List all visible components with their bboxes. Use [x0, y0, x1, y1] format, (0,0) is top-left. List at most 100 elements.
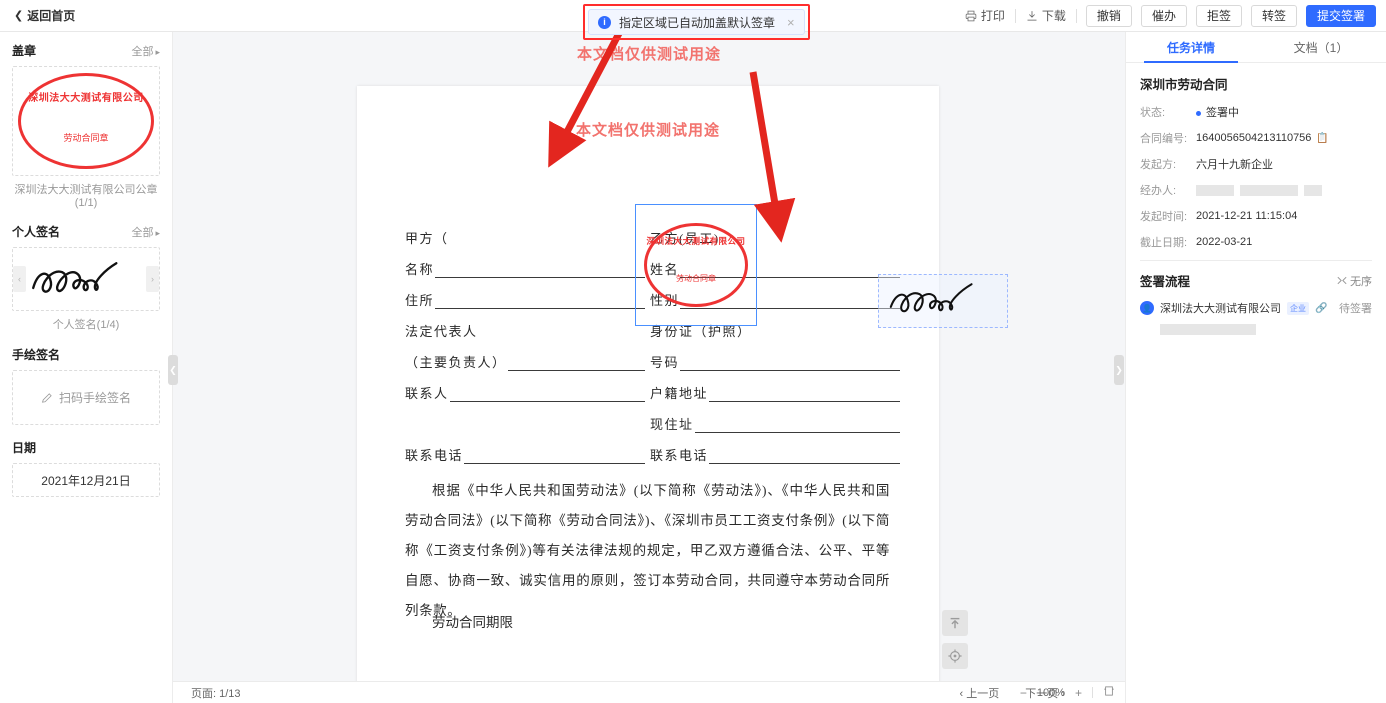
seal-thumbnail[interactable]: 深圳法大大测试有限公司 劳动合同章 — [12, 66, 160, 176]
task-detail-body: 深圳市劳动合同 状态: 签署中 合同编号: 164005650421311075… — [1126, 63, 1386, 340]
signer-name: 深圳法大大测试有限公司 — [1160, 303, 1281, 315]
pencil-icon — [41, 392, 52, 403]
field-label: 联系电话 — [405, 448, 464, 463]
fit-page-button[interactable] — [1103, 685, 1115, 700]
party-a-column: 甲方（ 名称 住所 法定代表人 （主要负责人） 联系人 联系电话 — [405, 216, 645, 464]
link-icon[interactable]: 🔗 — [1315, 303, 1327, 314]
field-key: 发起时间: — [1140, 211, 1188, 223]
transfer-sign-button[interactable]: 转签 — [1250, 4, 1297, 27]
field-line — [464, 450, 645, 464]
auto-seal-toast: i 指定区域已自动加盖默认签章 × — [588, 9, 805, 35]
collapse-left-panel-handle[interactable]: ❮ — [168, 355, 178, 385]
print-button[interactable]: 打印 — [955, 7, 1015, 24]
chevron-right-icon: ▸ — [155, 46, 160, 57]
field-label: 住所 — [405, 293, 435, 308]
document-page[interactable]: 本文档仅供测试用途 甲方（ 名称 住所 法定代表人 （主要负责人） 联系人 联系… — [357, 86, 939, 703]
hand-sign-section-header: 手绘签名 — [12, 346, 160, 363]
contract-body-paragraph: 根据《中华人民共和国劳动法》(以下简称《劳动法》)、《中华人民共和国劳动合同法》… — [405, 483, 890, 618]
urge-button[interactable]: 催办 — [1140, 4, 1187, 27]
carousel-prev-button[interactable]: ‹ — [13, 266, 26, 292]
revoke-button[interactable]: 撤销 — [1085, 4, 1132, 27]
seal-all-dropdown[interactable]: 全部 ▸ — [131, 43, 160, 59]
field-row: 法定代表人 — [405, 309, 645, 340]
scan-hand-sign-button[interactable]: 扫码手绘签名 — [12, 370, 160, 425]
sign-flow-mode: 无序 — [1337, 273, 1372, 289]
tab-documents[interactable]: 文档（1） — [1256, 32, 1386, 62]
company-seal-graphic: 深圳法大大测试有限公司 劳动合同章 — [18, 73, 154, 169]
download-icon — [1027, 10, 1037, 21]
reject-sign-button[interactable]: 拒签 — [1195, 4, 1242, 27]
seal-caption: 深圳法大大测试有限公司公章(1/1) — [14, 184, 158, 209]
field-row: （主要负责人） — [405, 340, 645, 371]
contract-number: 1640056504213110756 — [1196, 132, 1312, 144]
prev-page-button[interactable]: ‹ 上一页 — [960, 685, 1000, 701]
zoom-controls: − 100% + — [1020, 685, 1115, 700]
seal-mid-text: 劳动合同章 — [676, 274, 716, 283]
masked-value — [1160, 324, 1256, 335]
scroll-to-top-button[interactable] — [942, 610, 968, 636]
sign-flow-header: 签署流程 无序 — [1140, 271, 1372, 290]
date-title: 日期 — [12, 441, 37, 455]
info-icon: i — [598, 15, 611, 29]
signer-status: 待签署 — [1339, 303, 1372, 315]
download-label: 下载 — [1041, 9, 1066, 23]
unordered-icon — [1337, 276, 1347, 285]
seal-section-title: 盖章 — [12, 44, 37, 58]
arrow-up-to-line-icon — [950, 617, 960, 629]
tab-task-detail[interactable]: 任务详情 — [1126, 32, 1256, 63]
watermark-page: 本文档仅供测试用途 — [575, 122, 720, 139]
collapse-right-panel-handle[interactable]: ❯ — [1114, 355, 1124, 385]
sign-flow-mode-label: 无序 — [1350, 275, 1372, 288]
signer-type-badge: 企业 — [1287, 301, 1309, 315]
field-key: 合同编号: — [1140, 133, 1188, 145]
personal-signature-thumbnail[interactable]: ‹ › — [12, 247, 160, 311]
chevron-right-icon: ▸ — [155, 227, 160, 238]
signature-scribble — [32, 262, 118, 293]
printer-icon — [965, 10, 977, 21]
close-icon[interactable]: × — [787, 15, 795, 30]
scan-hand-sign-label: 扫码手绘签名 — [58, 391, 131, 405]
field-row: 联系电话 — [650, 433, 900, 464]
personal-sign-all-dropdown[interactable]: 全部 ▸ — [131, 224, 160, 240]
field-row: 名称 — [405, 247, 645, 278]
chevron-left-icon: ❮ — [14, 10, 24, 22]
field-key: 状态: — [1140, 107, 1166, 119]
personal-sign-section-header: 个人签名 全部 ▸ — [12, 223, 160, 240]
field-key: 截止日期: — [1140, 237, 1188, 249]
field-deadline: 截止日期: 2022-03-21 — [1140, 234, 1372, 250]
field-label: 号码 — [650, 355, 680, 370]
locate-field-button[interactable] — [942, 643, 968, 669]
field-line — [435, 295, 645, 309]
field-initiator: 发起方: 六月十九新企业 — [1140, 156, 1372, 172]
seal-arc-text: 深圳法大大测试有限公司 — [28, 93, 144, 104]
signer-subinfo — [1160, 322, 1372, 340]
submit-signature-button[interactable]: 提交签署 — [1305, 4, 1376, 27]
personal-sign-caption: 个人签名(1/4) — [52, 319, 120, 331]
masked-value — [1304, 184, 1322, 196]
date-stamp-button[interactable]: 2021年12月21日 — [12, 463, 160, 497]
field-line — [479, 326, 645, 340]
field-line — [680, 357, 900, 371]
start-time-value: 2021-12-21 11:15:04 — [1196, 210, 1298, 222]
viewer-bottom-bar: 页面: 1/13 ‹ 上一页 下一页 › − 100% + — [173, 681, 1125, 703]
date-section-header: 日期 — [12, 439, 160, 456]
field-label: 联系电话 — [650, 448, 709, 463]
placed-signature-field[interactable] — [878, 274, 1008, 328]
party-a-label-row: 甲方（ — [405, 216, 645, 247]
seal-ring — [18, 73, 154, 169]
carousel-next-button[interactable]: › — [146, 266, 159, 292]
placed-seal-field[interactable]: 深圳法大大测试有限公司 劳动合同章 — [635, 204, 757, 326]
document-viewer[interactable]: 本文档仅供测试用途 本文档仅供测试用途 甲方（ 名称 住所 法定代表人 （主要负… — [173, 32, 1125, 703]
back-home-button[interactable]: ❮ 返回首页 — [14, 7, 75, 24]
zoom-in-button[interactable]: + — [1075, 686, 1082, 700]
field-line — [449, 388, 645, 402]
sign-flow-title: 签署流程 — [1140, 275, 1191, 289]
right-detail-panel: 任务详情 文档（1） 深圳市劳动合同 状态: 签署中 合同编号: 1640056… — [1125, 32, 1386, 703]
zoom-out-button[interactable]: − — [1020, 686, 1027, 700]
download-button[interactable]: 下载 — [1016, 7, 1076, 24]
field-line — [435, 264, 645, 278]
copy-icon[interactable]: 📋 — [1316, 133, 1328, 144]
contract-title: 深圳市劳动合同 — [1140, 78, 1228, 92]
field-row: 号码 — [650, 340, 900, 371]
field-row-spacer — [405, 402, 645, 433]
